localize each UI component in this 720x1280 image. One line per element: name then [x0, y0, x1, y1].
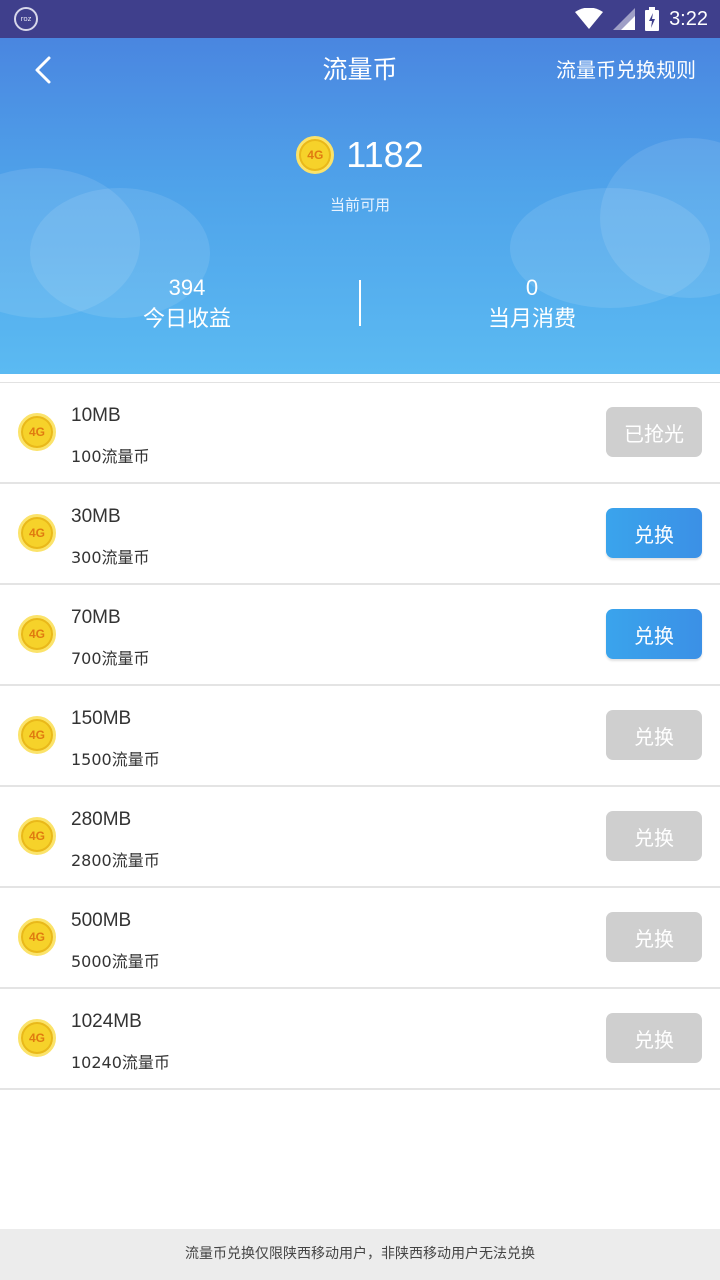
today-earnings-value: 394 — [168, 275, 206, 300]
app-notification-icon: roz — [14, 7, 38, 31]
today-earnings: 394 今日收益 — [7, 274, 367, 338]
month-spending-label: 当月消费 — [487, 307, 576, 332]
exchange-button[interactable]: 兑换 — [606, 609, 702, 659]
coin-icon: 4G — [18, 1019, 56, 1057]
exchange-button[interactable]: 兑换 — [606, 508, 702, 558]
coin-icon: 4G — [18, 918, 56, 956]
back-button[interactable] — [26, 52, 62, 88]
coin-icon-label: 4G — [28, 930, 45, 944]
item-size: 70MB — [71, 607, 121, 628]
list-item: 4G 70MB 700流量币 兑换 — [0, 585, 720, 686]
status-time: 3:22 — [669, 7, 708, 30]
coin-icon-label: 4G — [307, 148, 324, 162]
item-size: 150MB — [71, 708, 132, 729]
month-spending-value: 0 — [525, 275, 539, 300]
exchange-button[interactable]: 已抢光 — [606, 407, 702, 457]
balance-label: 当前可用 — [329, 196, 390, 214]
footer-notice: 流量币兑换仅限陕西移动用户，非陕西移动用户无法兑换 — [0, 1229, 720, 1280]
exchange-button[interactable]: 兑换 — [606, 912, 702, 962]
coin-icon-label: 4G — [28, 627, 45, 641]
signal-icon — [613, 8, 636, 30]
item-size: 500MB — [71, 910, 132, 931]
list-item: 4G 1024MB 10240流量币 兑换 — [0, 989, 720, 1090]
item-cost: 5000流量币 — [71, 952, 160, 971]
item-cost: 1500流量币 — [71, 750, 160, 769]
item-size: 280MB — [71, 809, 132, 830]
exchange-list: 4G 10MB 100流量币 已抢光 4G 30MB 300流量币 兑换 4G 70MB 700流量… — [0, 382, 720, 1090]
battery-charging-icon — [645, 7, 660, 31]
exchange-rules-link[interactable]: 流量币兑换规则 — [556, 54, 696, 83]
month-spending: 0 当月消费 — [352, 274, 712, 338]
coin-icon: 4G — [296, 136, 335, 174]
list-item: 4G 280MB 2800流量币 兑换 — [0, 787, 720, 888]
item-size: 1024MB — [71, 1011, 142, 1032]
exchange-button[interactable]: 兑换 — [606, 710, 702, 760]
item-size: 30MB — [71, 506, 121, 527]
status-bar: roz 3:22 — [0, 0, 720, 38]
item-cost: 700流量币 — [71, 649, 150, 668]
list-item: 4G 30MB 300流量币 兑换 — [0, 484, 720, 585]
item-cost: 100流量币 — [71, 447, 150, 466]
today-earnings-label: 今日收益 — [142, 307, 231, 332]
exchange-button[interactable]: 兑换 — [606, 1013, 702, 1063]
balance-value: 1182 — [346, 134, 424, 175]
coin-icon-label: 4G — [28, 1031, 45, 1045]
status-indicators: 3:22 — [575, 0, 708, 38]
item-cost: 10240流量币 — [71, 1053, 170, 1072]
stats-row: 394 今日收益 0 当月消费 — [0, 274, 720, 340]
item-cost: 2800流量币 — [71, 851, 160, 870]
exchange-button[interactable]: 兑换 — [606, 811, 702, 861]
list-item: 4G 10MB 100流量币 已抢光 — [0, 383, 720, 484]
coin-icon-label: 4G — [28, 425, 45, 439]
item-cost: 300流量币 — [71, 548, 150, 567]
item-size: 10MB — [71, 405, 121, 426]
coin-icon-label: 4G — [28, 829, 45, 843]
wifi-icon — [575, 8, 604, 29]
coin-icon: 4G — [18, 817, 56, 855]
coin-icon-label: 4G — [28, 526, 45, 540]
balance-row: 4G 1182 — [0, 134, 720, 176]
list-item: 4G 150MB 1500流量币 兑换 — [0, 686, 720, 787]
coin-icon: 4G — [18, 514, 56, 552]
header-banner: 流量币 流量币兑换规则 4G 1182 当前可用 394 今日收益 0 当月消费 — [0, 38, 720, 374]
coin-icon: 4G — [18, 413, 56, 451]
coin-icon-label: 4G — [28, 728, 45, 742]
coin-icon: 4G — [18, 716, 56, 754]
list-item: 4G 500MB 5000流量币 兑换 — [0, 888, 720, 989]
coin-icon: 4G — [18, 615, 56, 653]
